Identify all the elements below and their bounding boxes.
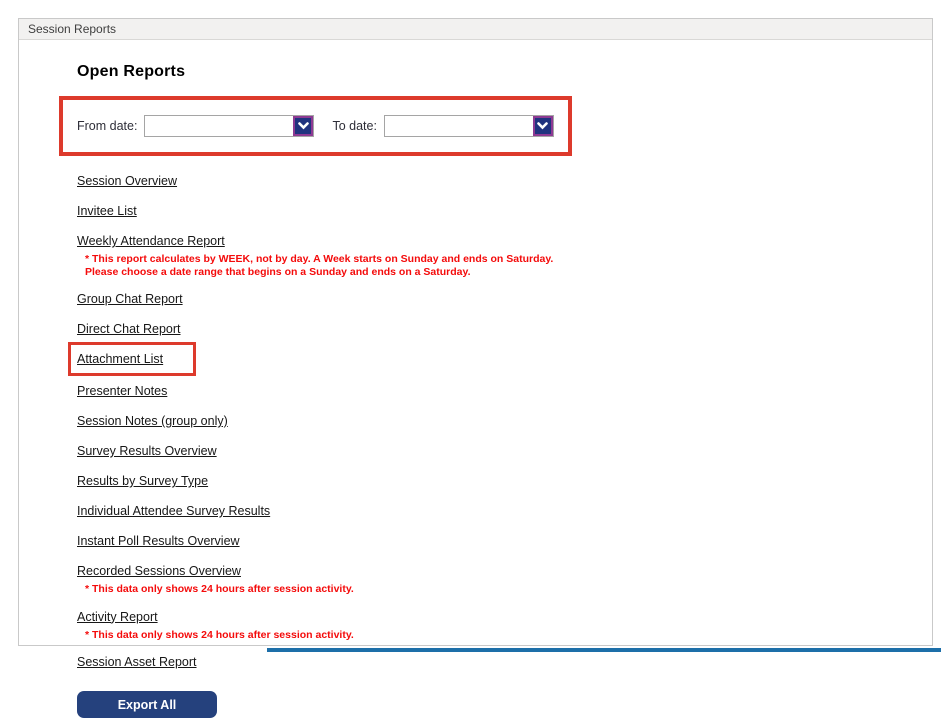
list-item: Instant Poll Results Overview	[77, 532, 932, 550]
list-item: Survey Results Overview	[77, 442, 932, 460]
report-note: * This data only shows 24 hours after se…	[85, 583, 932, 596]
list-item: Individual Attendee Survey Results	[77, 502, 932, 520]
from-date-label: From date:	[77, 119, 137, 133]
report-link-results-by-survey-type[interactable]: Results by Survey Type	[77, 475, 208, 488]
list-item: Weekly Attendance Report * This report c…	[77, 232, 932, 278]
to-date-label: To date:	[332, 119, 376, 133]
to-date-select[interactable]	[384, 115, 554, 137]
report-note-line: * This report calculates by WEEK, not by…	[85, 253, 932, 266]
list-item: Invitee List	[77, 202, 932, 220]
report-link-individual-attendee-survey-results[interactable]: Individual Attendee Survey Results	[77, 505, 270, 518]
bottom-blue-strip	[267, 648, 941, 652]
report-note: * This report calculates by WEEK, not by…	[85, 253, 932, 278]
list-item: Recorded Sessions Overview * This data o…	[77, 562, 932, 596]
list-item: Session Overview	[77, 172, 932, 190]
report-link-session-asset-report[interactable]: Session Asset Report	[77, 656, 197, 669]
report-note-line: Please choose a date range that begins o…	[85, 266, 932, 279]
export-all-button[interactable]: Export All	[77, 691, 217, 718]
chevron-down-icon[interactable]	[293, 116, 313, 136]
report-link-group-chat-report[interactable]: Group Chat Report	[77, 293, 183, 306]
report-link-instant-poll-results-overview[interactable]: Instant Poll Results Overview	[77, 535, 240, 548]
list-item: Session Asset Report	[77, 653, 932, 671]
report-note: * This data only shows 24 hours after se…	[85, 629, 932, 642]
report-note-line: * This data only shows 24 hours after se…	[85, 583, 932, 596]
list-item: Session Notes (group only)	[77, 412, 932, 430]
date-range-highlight-box: From date: To date:	[59, 96, 572, 156]
chevron-down-icon[interactable]	[533, 116, 553, 136]
list-item: Attachment List	[77, 350, 932, 370]
list-item: Results by Survey Type	[77, 472, 932, 490]
list-item: Activity Report * This data only shows 2…	[77, 608, 932, 642]
report-link-invitee-list[interactable]: Invitee List	[77, 205, 137, 218]
report-link-presenter-notes[interactable]: Presenter Notes	[77, 385, 167, 398]
report-list: Session Overview Invitee List Weekly Att…	[77, 172, 932, 671]
from-date-select[interactable]	[144, 115, 314, 137]
session-reports-panel: Session Reports Open Reports From date: …	[18, 18, 933, 646]
list-item: Group Chat Report	[77, 290, 932, 308]
list-item: Presenter Notes	[77, 382, 932, 400]
report-link-survey-results-overview[interactable]: Survey Results Overview	[77, 445, 217, 458]
report-link-recorded-sessions-overview[interactable]: Recorded Sessions Overview	[77, 565, 241, 578]
report-note-line: * This data only shows 24 hours after se…	[85, 629, 932, 642]
list-item: Direct Chat Report	[77, 320, 932, 338]
report-link-attachment-list[interactable]: Attachment List	[77, 353, 163, 366]
page-title: Open Reports	[77, 63, 932, 81]
attachment-list-highlight-box: Attachment List	[68, 342, 196, 376]
report-link-session-overview[interactable]: Session Overview	[77, 175, 177, 188]
report-link-activity-report[interactable]: Activity Report	[77, 611, 158, 624]
report-link-weekly-attendance-report[interactable]: Weekly Attendance Report	[77, 235, 225, 248]
report-link-session-notes[interactable]: Session Notes (group only)	[77, 415, 228, 428]
panel-header-title: Session Reports	[19, 19, 932, 40]
report-link-direct-chat-report[interactable]: Direct Chat Report	[77, 323, 181, 336]
